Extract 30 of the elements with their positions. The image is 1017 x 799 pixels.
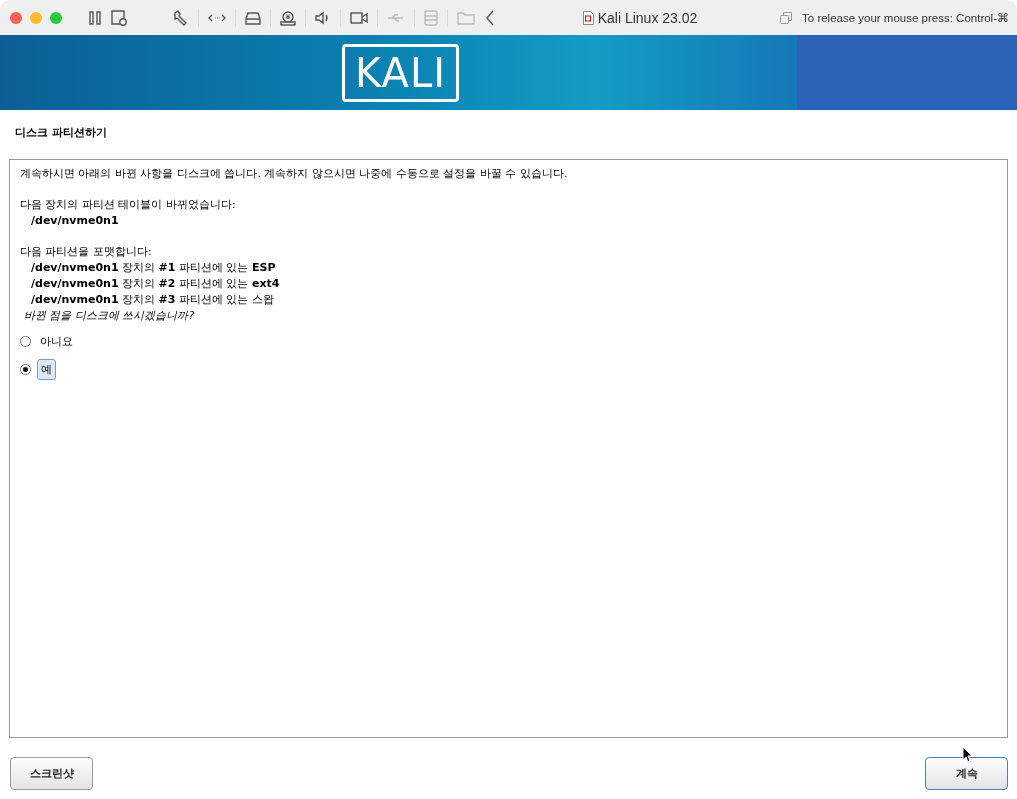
option-label[interactable]: 예 <box>37 358 56 380</box>
optical-drive-icon[interactable] <box>280 9 296 26</box>
section-heading: 다음 장치의 파티션 테이블이 바뀌었습니다: <box>20 197 237 213</box>
radio-button[interactable] <box>20 363 31 375</box>
speaker-icon[interactable] <box>315 10 331 25</box>
screenshot-button[interactable]: 스크린샷 <box>10 757 93 790</box>
intro-text: 계속하시면 아래의 바뀐 사항을 디스크에 씁니다. 계속하지 않으시면 나중에 수동으로 설정을 바꿀 수 있습니다. <box>20 166 569 182</box>
list-item: /dev/nvme0n1 <box>30 213 120 229</box>
option-label[interactable]: 아니요 <box>37 331 76 351</box>
wrench-icon[interactable] <box>173 9 189 26</box>
network-icon[interactable] <box>208 12 226 23</box>
list-item: /dev/nvme0n1 장치의 #1 파티션에 있는 ESP <box>30 260 277 276</box>
radio-button[interactable] <box>20 335 31 347</box>
snapshot-icon[interactable] <box>111 9 127 26</box>
document-icon <box>582 10 594 25</box>
list-item: /dev/nvme0n1 장치의 #3 파티션에 있는 스왑 <box>30 292 275 308</box>
logo: KALI <box>342 43 459 102</box>
video-camera-icon[interactable] <box>350 10 368 25</box>
pause-icon[interactable] <box>89 10 101 25</box>
question-text: 바뀐 점을 디스크에 쓰시겠습니까? <box>23 308 196 324</box>
hard-drive-icon[interactable] <box>245 10 261 25</box>
window-title: Kali Linux 23.02 <box>597 9 698 26</box>
mouse-pointer-icon <box>962 746 973 763</box>
page-title: 디스크 파티션하기 <box>14 125 108 141</box>
section-heading: 다음 파티션을 포맷합니다: <box>20 244 153 260</box>
release-hint: To release your mouse press: Control-⌘ <box>802 10 1009 25</box>
continue-button[interactable]: 계속 <box>925 757 1008 790</box>
list-item: /dev/nvme0n1 장치의 #2 파티션에 있는 ext4 <box>30 276 281 292</box>
chevron-left-icon[interactable] <box>485 9 495 26</box>
close-window-button[interactable] <box>10 11 22 24</box>
